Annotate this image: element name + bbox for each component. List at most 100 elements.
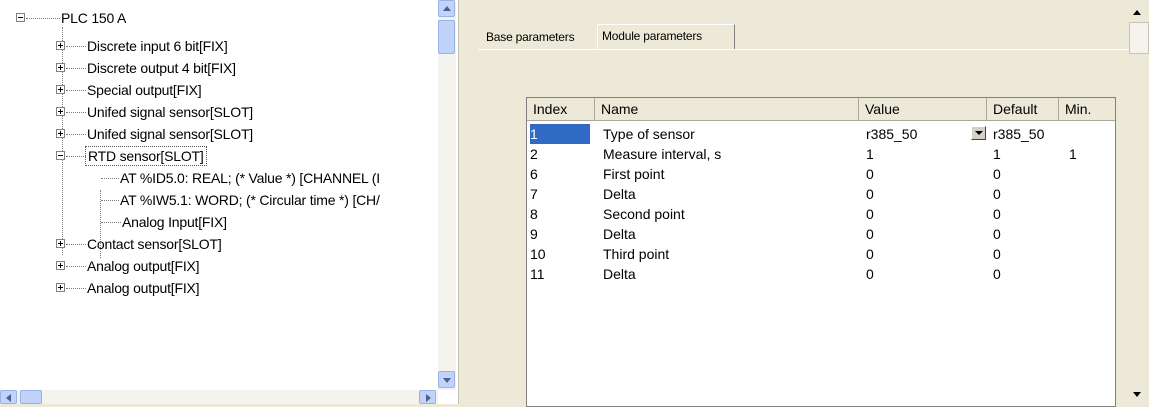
cell-default: 0 (993, 166, 1001, 182)
cell-min: 1 (1069, 146, 1077, 162)
scroll-down-button[interactable] (438, 371, 455, 388)
table-row[interactable]: 6 First point 0 0 (527, 164, 1115, 184)
tree-connector (101, 200, 119, 201)
tree-root-label: PLC 150 A (61, 10, 127, 26)
expand-icon[interactable] (56, 85, 65, 94)
scroll-left-button[interactable] (0, 390, 17, 404)
cell-value[interactable]: 0 (866, 164, 970, 184)
column-header-value[interactable]: Value (859, 98, 987, 121)
tree-item-label: Unifed signal sensor[SLOT] (87, 126, 253, 142)
grid-header: Index Name Value Default Min. (527, 98, 1115, 122)
expand-icon[interactable] (56, 129, 65, 138)
cell-value[interactable]: 0 (866, 204, 970, 224)
tree-vertical-scrollbar[interactable] (438, 0, 456, 390)
tree-root[interactable]: PLC 150 A (0, 8, 300, 28)
cell-default: 0 (993, 186, 1001, 202)
cell-value[interactable]: r385_50 (866, 124, 970, 144)
column-header-default[interactable]: Default (987, 98, 1059, 121)
cell-min (1069, 204, 1115, 224)
expand-icon[interactable] (56, 41, 65, 50)
scroll-thumb[interactable] (438, 20, 455, 54)
collapse-icon[interactable] (56, 151, 65, 160)
tree-item-label: AT %IW5.1: WORD; (* Circular time *) [CH… (120, 192, 380, 208)
tree-item-label: Unifed signal sensor[SLOT] (87, 104, 253, 120)
table-row[interactable]: 7 Delta 0 0 (527, 184, 1115, 204)
tree-connector (66, 46, 86, 47)
cell-min (1069, 184, 1115, 204)
expand-icon[interactable] (56, 107, 65, 116)
cell-index: 10 (530, 246, 546, 262)
collapse-icon[interactable] (16, 13, 25, 22)
tree-item[interactable]: Discrete input 6 bit[FIX] (0, 36, 436, 56)
tree-item[interactable]: Discrete output 4 bit[FIX] (0, 58, 436, 78)
tree-connector (101, 222, 121, 223)
tree-item[interactable]: RTD sensor[SLOT] (0, 146, 436, 166)
column-header-min[interactable]: Min. (1059, 98, 1115, 121)
expand-icon[interactable] (56, 239, 65, 248)
tree-connector (66, 288, 86, 289)
tree-horizontal-scrollbar[interactable] (0, 390, 438, 404)
tree-item[interactable]: Analog output[FIX] (0, 278, 436, 298)
column-header-index[interactable]: Index (527, 98, 595, 121)
arrow-down-icon[interactable] (1133, 392, 1141, 397)
expand-icon[interactable] (56, 63, 65, 72)
cell-default: 0 (993, 206, 1001, 222)
tab-base-parameters[interactable]: Base parameters (482, 27, 578, 49)
value-dropdown-button[interactable] (971, 126, 986, 140)
cell-value[interactable]: 0 (866, 244, 970, 264)
parameters-grid[interactable]: Index Name Value Default Min. 1 Type of s… (526, 97, 1116, 407)
table-row[interactable]: 10 Third point 0 0 (527, 244, 1115, 264)
scroll-thumb[interactable] (1129, 22, 1149, 54)
cell-name: First point (603, 166, 665, 182)
tree-child-item[interactable]: AT %ID5.0: REAL; (* Value *) [CHANNEL (I (0, 168, 436, 188)
tree-item[interactable]: Special output[FIX] (0, 80, 436, 100)
tab-label: Base parameters (486, 30, 575, 44)
scroll-up-button[interactable] (438, 0, 455, 17)
column-header-name[interactable]: Name (595, 98, 859, 121)
tree-connector (26, 18, 60, 19)
table-row[interactable]: 1 Type of sensor r385_50 r385_50 (527, 124, 1115, 144)
table-row[interactable]: 9 Delta 0 0 (527, 224, 1115, 244)
tree-connector (66, 244, 86, 245)
tree-connector (66, 90, 86, 91)
cell-value[interactable]: 0 (866, 184, 970, 204)
tree-child-item[interactable]: Analog Input[FIX] (0, 212, 436, 232)
settings-vertical-scrollbar[interactable] (1129, 0, 1149, 404)
tree-connector (66, 68, 86, 69)
tab-module-parameters[interactable]: Module parameters (597, 24, 735, 50)
cell-name: Delta (603, 186, 636, 202)
tree-item[interactable]: Contact sensor[SLOT] (0, 234, 436, 254)
cell-index: 9 (530, 226, 538, 242)
module-settings-pane: Base parameters Module parameters Index … (462, 0, 1149, 407)
tree-child-item[interactable]: AT %IW5.1: WORD; (* Circular time *) [CH… (0, 190, 436, 210)
tree-connector (101, 178, 119, 179)
cell-name: Type of sensor (603, 126, 695, 142)
expand-icon[interactable] (56, 261, 65, 270)
expand-icon[interactable] (56, 283, 65, 292)
cell-name: Delta (603, 266, 636, 282)
cell-value[interactable]: 0 (866, 224, 970, 244)
tree-item-label: Special output[FIX] (87, 82, 202, 98)
table-row[interactable]: 2 Measure interval, s 1 1 1 (527, 144, 1115, 164)
scroll-right-button[interactable] (419, 390, 436, 404)
cell-min (1069, 124, 1115, 144)
cell-default: 0 (993, 266, 1001, 282)
tree-item-label: Discrete input 6 bit[FIX] (87, 38, 228, 54)
scroll-thumb[interactable] (20, 390, 42, 404)
table-row[interactable]: 8 Second point 0 0 (527, 204, 1115, 224)
tree-connector (66, 156, 86, 157)
tree-connector (66, 112, 86, 113)
tree-item-label: RTD sensor[SLOT] (85, 146, 207, 166)
table-row[interactable]: 11 Delta 0 0 (527, 264, 1115, 284)
tree-item[interactable]: Analog output[FIX] (0, 256, 436, 276)
cell-value[interactable]: 0 (866, 264, 970, 284)
cell-value[interactable]: 1 (866, 144, 970, 164)
tree-item[interactable]: Unifed signal sensor[SLOT] (0, 102, 436, 122)
project-tree: PLC 150 A Discrete input 6 bit[FIX] Discr… (0, 0, 438, 390)
cell-index: 6 (530, 166, 538, 182)
cell-name: Measure interval, s (603, 146, 722, 162)
cell-min (1069, 224, 1115, 244)
arrow-up-icon[interactable] (1133, 10, 1141, 15)
cell-default: r385_50 (993, 126, 1045, 142)
tree-item[interactable]: Unifed signal sensor[SLOT] (0, 124, 436, 144)
